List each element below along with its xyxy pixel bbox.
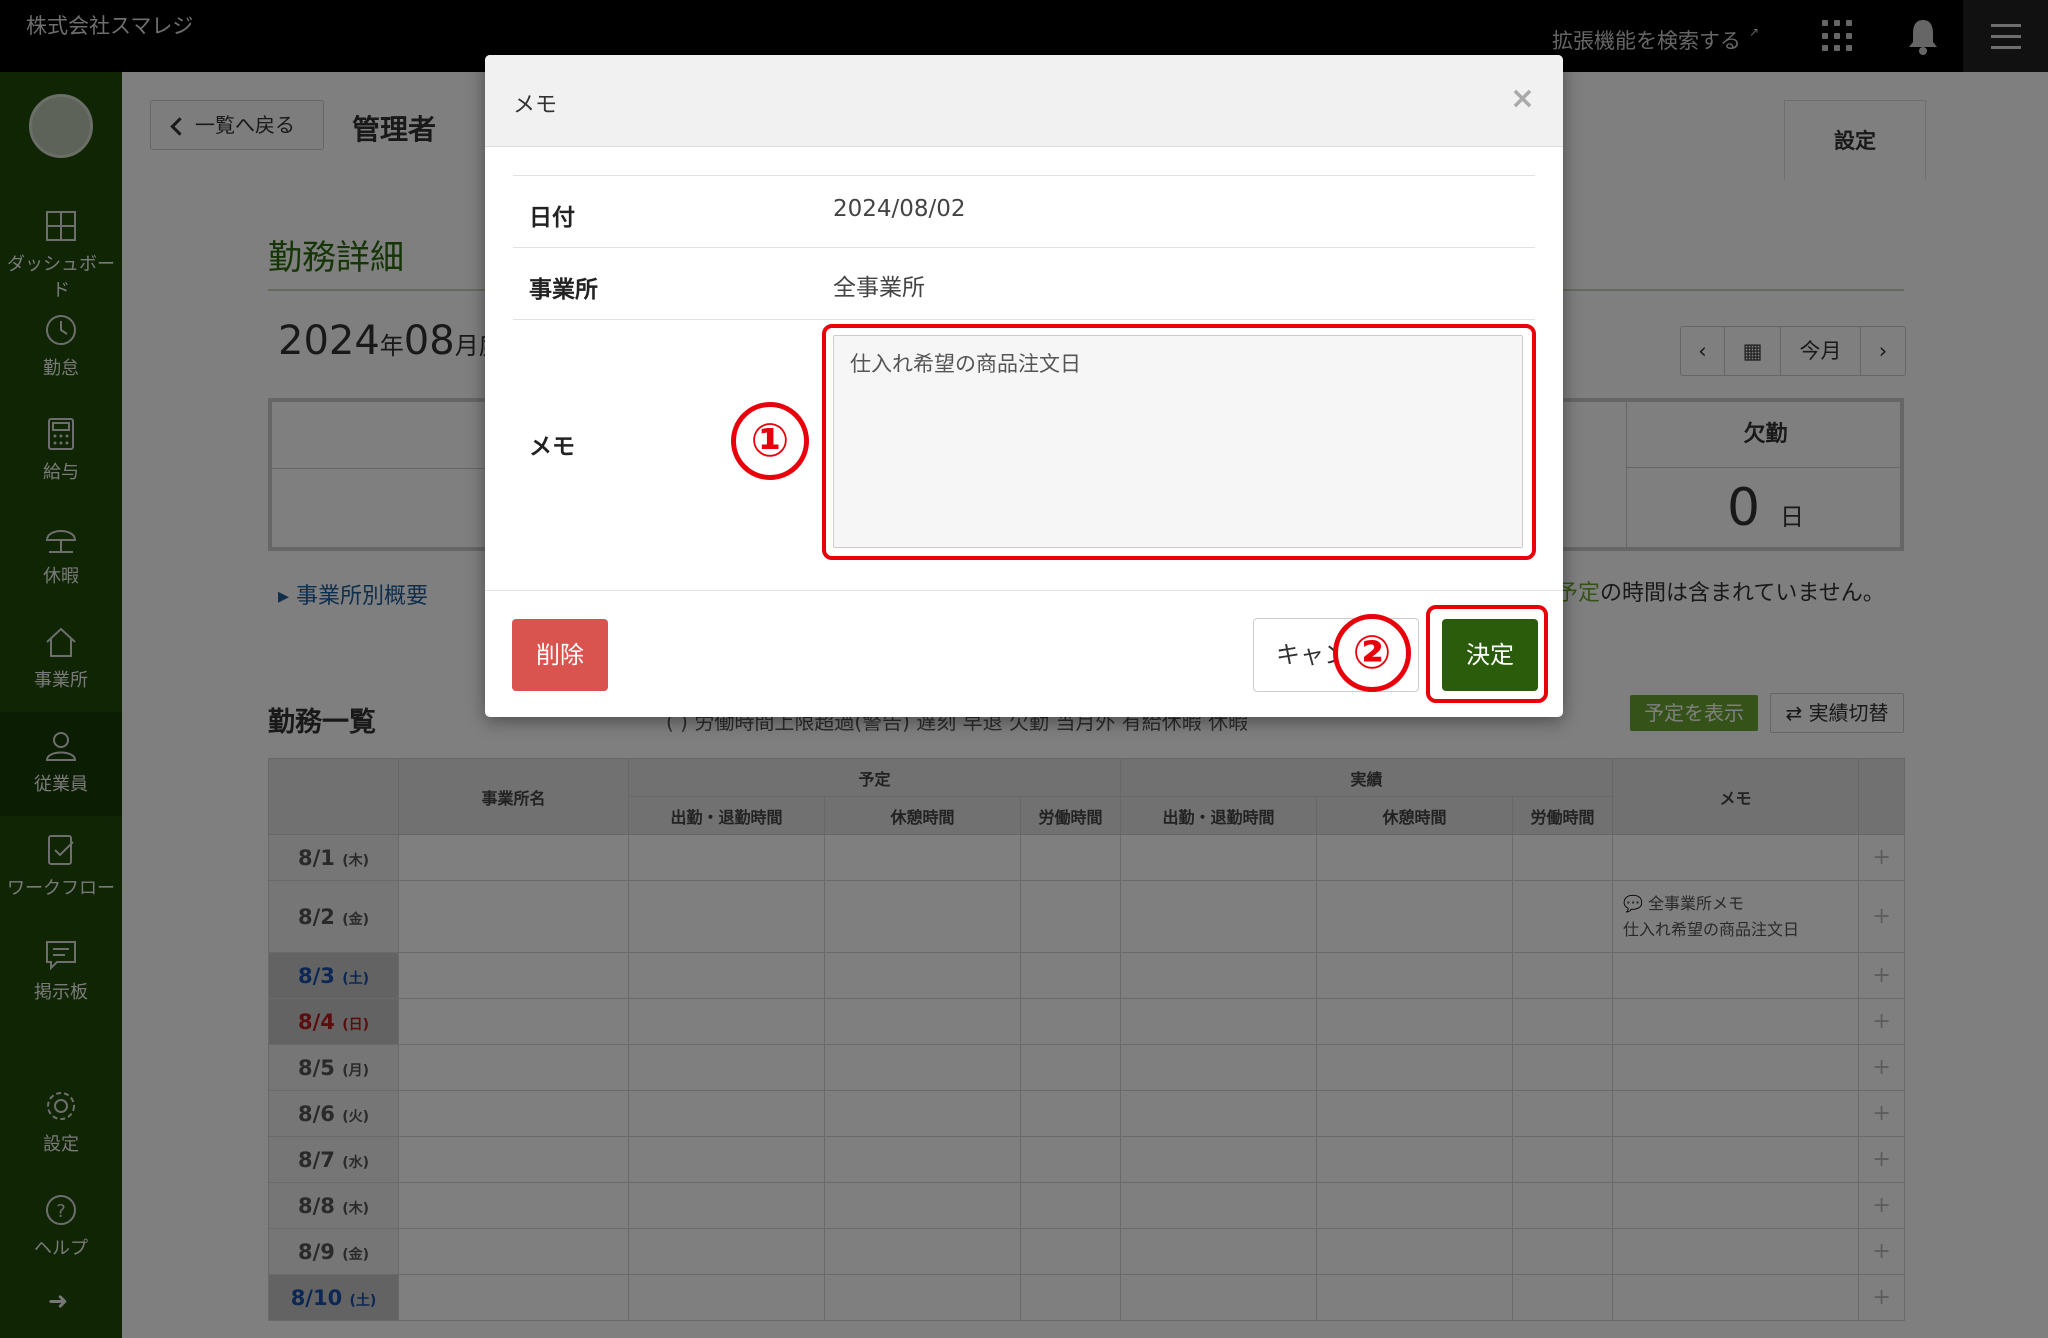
date-row: 日付 2024/08/02 <box>513 175 1535 247</box>
office-row: 事業所 全事業所 <box>513 247 1535 319</box>
step-1-marker: ① <box>731 402 809 480</box>
memo-label: メモ <box>529 434 575 460</box>
close-icon[interactable]: × <box>1510 81 1535 116</box>
delete-button[interactable]: 削除 <box>512 619 608 691</box>
highlight-confirm-button <box>1426 605 1548 703</box>
office-value: 全事業所 <box>833 275 925 301</box>
step-2-marker: ② <box>1333 614 1411 692</box>
date-label: 日付 <box>529 205 575 231</box>
office-label: 事業所 <box>529 277 598 303</box>
highlight-memo-field <box>822 324 1536 560</box>
date-value: 2024/08/02 <box>833 196 966 222</box>
modal-footer-divider <box>485 590 1563 591</box>
modal-header: メモ × <box>485 55 1563 147</box>
modal-title: メモ <box>513 93 558 118</box>
memo-row-top <box>513 319 1535 320</box>
